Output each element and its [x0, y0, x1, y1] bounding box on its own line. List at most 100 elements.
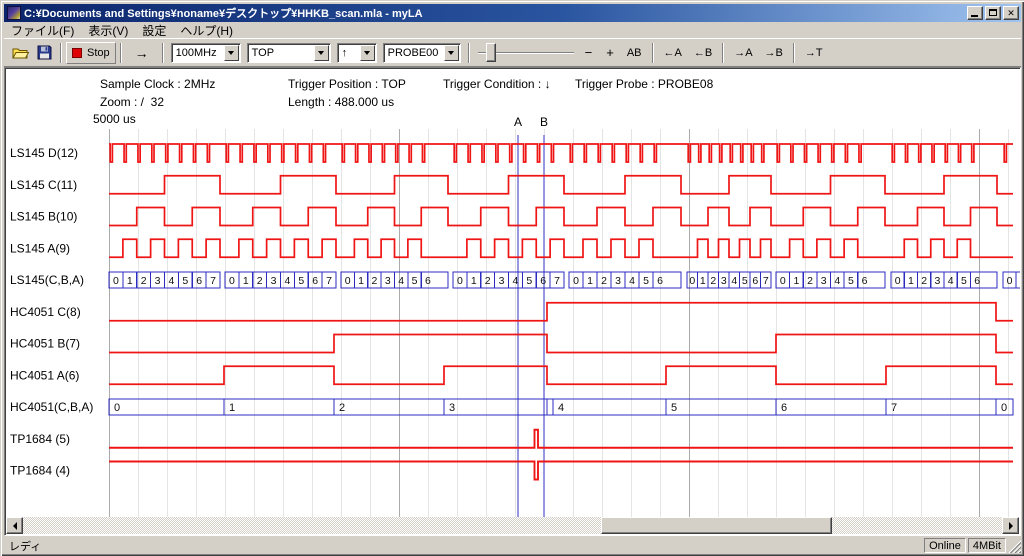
status-ready-text: レディ [9, 538, 41, 554]
cursor-a-label: A [514, 115, 522, 129]
bus-cell [444, 399, 547, 415]
horizontal-scrollbar[interactable] [6, 517, 1019, 534]
bus-cell-value: 5 [182, 275, 188, 287]
scrollbar-thumb[interactable] [601, 517, 832, 534]
scroll-right-button[interactable] [1002, 517, 1019, 534]
combo-dropdown-icon[interactable] [224, 45, 239, 61]
bus-cell [547, 399, 553, 415]
bus-cell-value: 5 [643, 275, 649, 287]
scroll-right-icon [1009, 522, 1013, 530]
bus-cell-value: 2 [485, 275, 491, 287]
combo-dropdown-icon[interactable] [314, 45, 329, 61]
status-memory: 4MBit [968, 538, 1006, 553]
bus-cell [224, 399, 334, 415]
waveform-canvas: ABLS145 D(12)LS145 C(11)LS145 B(10)LS145… [6, 69, 1020, 518]
goto-a-right-button[interactable]: →A [728, 42, 758, 64]
cursor-b-label: B [540, 115, 548, 129]
goto-b-left-button[interactable]: ←B [688, 42, 718, 64]
bus-cell-value: 2 [339, 402, 345, 414]
bus-cell-value: 5 [848, 275, 854, 287]
scroll-left-button[interactable] [6, 517, 23, 534]
waveform-trace [109, 430, 1013, 448]
waveform-trace [109, 303, 1013, 321]
channel-label: LS145 C(11) [10, 178, 77, 192]
menu-file[interactable]: ファイル(F) [4, 21, 81, 40]
goto-a-left-button[interactable]: ←A [658, 42, 688, 64]
bus-cell-value: 1 [243, 275, 249, 287]
bus-cell-value: 4 [629, 275, 635, 287]
bus-cell-value: 1 [908, 275, 914, 287]
title-bar[interactable]: C:¥Documents and Settings¥noname¥デスクトップ¥… [4, 4, 1021, 22]
zoom-in-button[interactable]: + [599, 42, 621, 64]
bus-cell-value: 3 [449, 402, 455, 414]
trigger-position-value: TOP [248, 47, 313, 59]
bus-cell-value: 3 [155, 275, 161, 287]
toolbar-separator [162, 43, 164, 63]
maximize-button[interactable] [985, 6, 1001, 20]
trigger-probe-combo[interactable]: PROBE00 [383, 43, 461, 63]
zoom-slider[interactable] [478, 42, 574, 64]
menu-view[interactable]: 表示(V) [81, 21, 135, 40]
channel-label: LS145(C,B,A) [10, 273, 84, 287]
bus-cell-value: 5 [961, 275, 967, 287]
bus-cell-value: 4 [834, 275, 840, 287]
trigger-position-combo[interactable]: TOP [247, 43, 331, 63]
bus-cell-value: 7 [554, 275, 560, 287]
channel-label: HC4051(C,B,A) [10, 400, 93, 414]
bus-cell [666, 399, 776, 415]
bus-cell-value: 6 [425, 275, 431, 287]
bus-cell-value: 2 [601, 275, 607, 287]
bus-cell-value: 5 [742, 275, 748, 287]
bus-cell-value: 1 [587, 275, 593, 287]
bus-cell-value: 1 [127, 275, 133, 287]
ab-button[interactable]: AB [621, 42, 648, 64]
app-window: C:¥Documents and Settings¥noname¥デスクトップ¥… [0, 0, 1024, 556]
bus-cell-value: 4 [558, 402, 564, 414]
toolbar: Stop → 100MHz TOP ↑ PROBE00 − + AB ←A [4, 38, 1021, 67]
zoom-out-button[interactable]: − [578, 42, 600, 64]
bus-cell-value: 6 [974, 275, 980, 287]
goto-trigger-button[interactable]: →T [799, 42, 829, 64]
bus-cell-value: 4 [731, 275, 737, 287]
bus-cell-value: 2 [141, 275, 147, 287]
bus-cell-value: 0 [1007, 275, 1013, 287]
bus-cell [553, 399, 666, 415]
combo-dropdown-icon[interactable] [444, 45, 459, 61]
bus-cell-value: 0 [229, 275, 235, 287]
channel-label: HC4051 A(6) [10, 368, 79, 382]
bus-cell-value: 1 [229, 402, 235, 414]
bus-cell-value: 3 [499, 275, 505, 287]
window-title: C:¥Documents and Settings¥noname¥デスクトップ¥… [24, 5, 963, 21]
menu-help[interactable]: ヘルプ(H) [173, 21, 240, 40]
run-button[interactable]: → [126, 42, 158, 64]
bus-cell-value: 0 [895, 275, 901, 287]
bus-cell-value: 5 [412, 275, 418, 287]
clock-combo[interactable]: 100MHz [171, 43, 241, 63]
bus-cell-value: 7 [891, 402, 897, 414]
toolbar-separator [468, 43, 470, 63]
combo-dropdown-icon[interactable] [360, 45, 375, 61]
waveform-trace [109, 239, 1013, 257]
close-button[interactable]: ✕ [1003, 6, 1019, 20]
clock-combo-value: 100MHz [172, 47, 223, 59]
toolbar-separator [652, 43, 654, 63]
bus-cell-value: 5 [298, 275, 304, 287]
trigger-edge-combo[interactable]: ↑ [337, 43, 377, 63]
bus-cell-value: 0 [780, 275, 786, 287]
minimize-icon [971, 15, 978, 17]
bus-cell-value: 5 [526, 275, 532, 287]
zoom-slider-thumb[interactable] [486, 43, 496, 62]
bus-cell-value: 4 [285, 275, 291, 287]
save-file-button[interactable] [35, 44, 53, 62]
resize-grip[interactable] [1008, 540, 1021, 553]
stop-button[interactable]: Stop [66, 42, 116, 64]
open-file-button[interactable] [11, 44, 29, 62]
stop-icon [72, 48, 82, 58]
bus-cell [334, 399, 444, 415]
goto-b-right-button[interactable]: →B [759, 42, 789, 64]
menu-settings[interactable]: 設定 [135, 21, 173, 40]
channel-label: HC4051 C(8) [10, 305, 81, 319]
channel-label: LS145 B(10) [10, 210, 77, 224]
minimize-button[interactable] [967, 6, 983, 20]
bus-cell-value: 4 [513, 275, 519, 287]
